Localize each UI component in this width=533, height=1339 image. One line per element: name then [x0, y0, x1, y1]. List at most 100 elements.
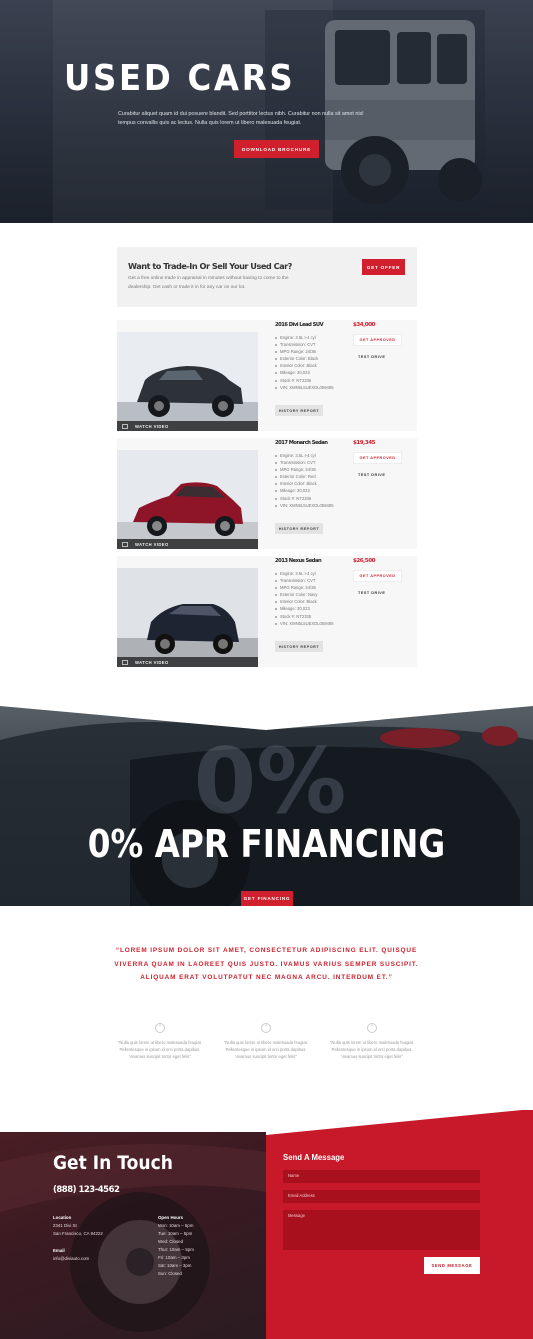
- spec-item: MPG Range: 24/36: [275, 466, 334, 473]
- featured-quote: “LOREM IPSUM DOLOR SIT AMET, CONSECTETUR…: [100, 944, 433, 985]
- spec-item: Mileage: 30,023: [275, 369, 334, 376]
- spec-list: Engine: 3.5L I-4 cyl Transmission: CVT M…: [275, 334, 334, 391]
- message-textarea[interactable]: Message: [283, 1210, 480, 1250]
- testimonial-line: Vivamus suscipit tortor eget felis”: [341, 1054, 403, 1059]
- message-form-section: Send A Message Name Email Address Messag…: [266, 1110, 533, 1339]
- quote-line: ALIQUAM ERAT VOLUTPATUT NEC MAGNA ARCU. …: [140, 974, 393, 981]
- contact-title: Get In Touch: [53, 1152, 173, 1174]
- listing-card: WATCH VIDEO 2017 Monarch Sedan Engine: 3…: [117, 438, 417, 549]
- hours-label: Open Hours: [158, 1215, 184, 1220]
- download-brochure-button[interactable]: DOWNLOAD BROCHURE: [234, 140, 319, 158]
- get-financing-button[interactable]: GET FINANCING: [241, 891, 293, 906]
- get-approved-button[interactable]: GET APPROVED: [353, 570, 402, 582]
- car-title: 2013 Nexus Sedan: [275, 558, 322, 564]
- hero-section: USED CARS Curabitur aliquet quam id dui …: [0, 0, 533, 223]
- testimonial: “ “Nulla quis lorem ut libero malesuada …: [322, 1023, 422, 1060]
- spec-item: Mileage: 30,023: [275, 605, 334, 612]
- testimonial-line: “Nulla quis lorem ut libero malesuada fe…: [117, 1040, 203, 1045]
- get-offer-button[interactable]: GET OFFER: [362, 259, 405, 275]
- spec-item: Exterior Color: Navy: [275, 591, 334, 598]
- spec-item: Transmission: CVT: [275, 341, 334, 348]
- trade-in-description: Get a free online trade in appraisal in …: [128, 276, 289, 290]
- spec-item: VIN: XMN5L5UEXDL059485: [275, 384, 334, 391]
- test-drive-link[interactable]: TEST DRIVE: [358, 355, 385, 359]
- watch-video-bar[interactable]: WATCH VIDEO: [117, 539, 258, 549]
- contact-info-section: Get In Touch (888) 123-4562 Location 234…: [0, 1132, 266, 1339]
- spec-item: Stock #: NT2335: [275, 377, 334, 384]
- spec-list: Engine: 3.5L I-4 cyl Transmission: CVT M…: [275, 452, 334, 509]
- sedan-image: [117, 450, 258, 549]
- financing-section: 0%: [0, 700, 533, 906]
- get-approved-button[interactable]: GET APPROVED: [353, 452, 402, 464]
- car-photo[interactable]: WATCH VIDEO: [117, 332, 258, 431]
- spec-item: VIN: XMN5L5UEXDL059485: [275, 620, 334, 627]
- get-approved-button[interactable]: GET APPROVED: [353, 334, 402, 346]
- testimonial-line: “Nulla quis lorem ut libero malesuada fe…: [329, 1040, 415, 1045]
- spec-item: Engine: 3.5L I-4 cyl: [275, 452, 334, 459]
- car-price: $19,345: [353, 440, 375, 446]
- section-divider: [0, 700, 533, 730]
- testimonial-line: Pellentesque in ipsum id orci porta dapi…: [119, 1047, 201, 1052]
- hours-line: Tue: 10am – 5pm: [158, 1231, 193, 1236]
- spec-item: Exterior Color: Black: [275, 355, 334, 362]
- email-input[interactable]: Email Address: [283, 1190, 480, 1203]
- financing-title: 0% APR FINANCING: [87, 822, 446, 866]
- testimonial: “ “Nulla quis lorem ut libero malesuada …: [216, 1023, 316, 1060]
- contact-email[interactable]: info@diviauto.com: [53, 1255, 89, 1263]
- car-photo[interactable]: WATCH VIDEO: [117, 568, 258, 667]
- watch-video-bar[interactable]: WATCH VIDEO: [117, 421, 258, 431]
- financing-watermark: 0%: [194, 729, 347, 834]
- spec-item: Stock #: NT2335: [275, 613, 334, 620]
- listing-card: WATCH VIDEO 2016 Divi Lead SUV Engine: 3…: [117, 320, 417, 431]
- spec-item: MPG Range: 24/36: [275, 584, 334, 591]
- spec-item: Engine: 3.5L I-4 cyl: [275, 570, 334, 577]
- quote-icon: “: [155, 1023, 165, 1033]
- spec-item: VIN: XMN5L5UEXDL059485: [275, 502, 334, 509]
- hours-line: Wed: Closed: [158, 1239, 184, 1244]
- test-drive-link[interactable]: TEST DRIVE: [358, 473, 385, 477]
- hours-line: Fri: 10am – 3pm: [158, 1255, 190, 1260]
- testimonial: “ “Nulla quis lorem ut libero malesuada …: [110, 1023, 210, 1060]
- quote-icon: “: [367, 1023, 377, 1033]
- listing-card: WATCH VIDEO 2013 Nexus Sedan Engine: 3.5…: [117, 556, 417, 667]
- car-photo[interactable]: WATCH VIDEO: [117, 450, 258, 549]
- car-title: 2017 Monarch Sedan: [275, 440, 328, 446]
- spec-item: Mileage: 30,023: [275, 487, 334, 494]
- video-icon: [122, 659, 128, 665]
- video-icon: [122, 423, 128, 429]
- testimonial-line: Vivamus suscipit tortor eget felis”: [235, 1054, 297, 1059]
- testimonial-line: Vivamus suscipit tortor eget felis”: [129, 1054, 191, 1059]
- test-drive-link[interactable]: TEST DRIVE: [358, 591, 385, 595]
- watch-video-bar[interactable]: WATCH VIDEO: [117, 657, 258, 667]
- history-report-button[interactable]: HISTORY REPORT: [275, 641, 323, 652]
- quote-line: VIVERRA QUAM IN LAOREET QUIS JUSTO. IVAM…: [114, 960, 419, 968]
- history-report-button[interactable]: HISTORY REPORT: [275, 405, 323, 416]
- spec-item: Stock #: NT2335: [275, 495, 334, 502]
- quote-line: “LOREM IPSUM DOLOR SIT AMET, CONSECTETUR…: [115, 947, 418, 954]
- contact-phone[interactable]: (888) 123-4562: [53, 1185, 120, 1195]
- email-label: Email: [53, 1248, 65, 1253]
- form-top-divider: [266, 1109, 532, 1135]
- spec-item: Engine: 3.5L I-4 cyl: [275, 334, 334, 341]
- form-title: Send A Message: [283, 1153, 345, 1162]
- hours-line: Sun: Closed: [158, 1271, 182, 1276]
- spec-item: Transmission: CVT: [275, 577, 334, 584]
- spec-item: MPG Range: 24/36: [275, 348, 334, 355]
- name-input[interactable]: Name: [283, 1170, 480, 1183]
- testimonial-line: Pellentesque in ipsum id orci porta dapi…: [225, 1047, 307, 1052]
- hero-title: USED CARS: [64, 58, 296, 99]
- send-message-button[interactable]: SEND MESSAGE: [424, 1257, 480, 1274]
- trade-in-title: Want to Trade-In Or Sell Your Used Car?: [128, 261, 292, 271]
- video-icon: [122, 541, 128, 547]
- spec-list: Engine: 3.5L I-4 cyl Transmission: CVT M…: [275, 570, 334, 627]
- quote-icon: “: [261, 1023, 271, 1033]
- suv-image: [117, 332, 258, 431]
- history-report-button[interactable]: HISTORY REPORT: [275, 523, 323, 534]
- spec-item: Exterior Color: Red: [275, 473, 334, 480]
- watch-video-label: WATCH VIDEO: [135, 423, 169, 429]
- spec-item: Interior Color: Black: [275, 480, 334, 487]
- hatchback-image: [117, 568, 258, 667]
- spec-item: Interior Color: Black: [275, 598, 334, 605]
- watch-video-label: WATCH VIDEO: [135, 659, 169, 665]
- car-price: $26,500: [353, 558, 375, 564]
